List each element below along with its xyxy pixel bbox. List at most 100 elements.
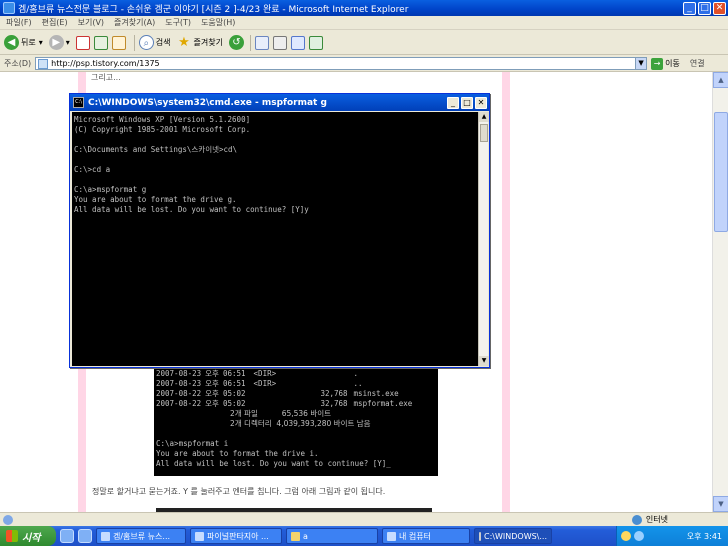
tray-network-icon[interactable] <box>634 531 644 541</box>
favorites-button[interactable]: ★ 즐겨찾기 <box>177 35 223 50</box>
page-icon <box>38 58 49 69</box>
forward-button[interactable]: ▶ ▾ <box>48 35 70 50</box>
dir-row: 2007-08-22 오후 05:02 32,768 mspformat.exe <box>156 399 436 409</box>
tray-icon[interactable] <box>621 531 631 541</box>
toolbar: ◀ 뒤로 ▾ ▶ ▾ ⌕ 검색 ★ 즐겨찾기 ↺ <box>0 31 728 55</box>
task-ie[interactable]: 겜/홈브류 뉴스... <box>96 528 186 544</box>
page-scrollbar[interactable]: ▲ ▼ <box>712 72 728 512</box>
minimize-button[interactable]: _ <box>683 1 696 15</box>
dir-ampm: 오후 <box>205 369 219 378</box>
scroll-down-icon[interactable]: ▼ <box>713 496 728 512</box>
favorites-label: 즐겨찾기 <box>193 38 223 47</box>
task-ie-2-label: 파이널판타지아 ... <box>207 531 269 541</box>
mail-icon[interactable] <box>254 35 269 50</box>
cmd-scroll-down-icon[interactable]: ▼ <box>479 356 489 366</box>
go-area: → 이동 연결 <box>651 57 705 70</box>
address-url[interactable]: http://psp.tistory.com/1375 <box>51 59 635 68</box>
ie-task-icon <box>101 531 110 541</box>
console-line: C:\a>mspformat g <box>74 185 147 194</box>
go-arrow-icon[interactable]: → <box>651 57 664 70</box>
dir-name: msinst.exe <box>353 389 399 398</box>
scroll-thumb[interactable] <box>714 112 728 232</box>
task-cmd[interactable]: C:\WINDOWS\... <box>474 528 552 544</box>
window-title: 겜/홈브류 뉴스전문 블로그 - 손쉬운 겜군 이야기 [시즌 2 ]-4/23… <box>18 4 409 15</box>
dir-row: 2007-08-23 오후 06:51 <DIR>.. <box>156 379 436 389</box>
back-button[interactable]: ◀ 뒤로 ▾ <box>4 35 43 50</box>
print-icon[interactable] <box>272 35 287 50</box>
computer-icon <box>387 531 396 541</box>
taskbar: 시작 겜/홈브류 뉴스... 파이널판타지아 ... a 내 컴퓨터 C:\WI… <box>0 526 728 546</box>
dir-size: 32,768 <box>320 389 348 398</box>
cmd-console[interactable]: Microsoft Windows XP [Version 5.1.2600](… <box>72 112 478 366</box>
toolbar-separator <box>133 34 135 51</box>
star-icon: ★ <box>178 35 190 50</box>
menu-view[interactable]: 보기(V) <box>78 17 104 28</box>
task-folder-a[interactable]: a <box>286 528 378 544</box>
globe-icon <box>631 514 642 525</box>
post-caption: 정말로 할거냐고 묻는거죠. Y 를 눌러주고 엔터를 칩니다. 그럼 아래 그… <box>92 487 386 496</box>
menu-tools[interactable]: 도구(T) <box>165 17 191 28</box>
back-dropdown-icon[interactable]: ▾ <box>39 38 43 47</box>
dir-type: <DIR> <box>253 379 277 388</box>
cmd-minimize-button[interactable]: _ <box>447 96 459 109</box>
inline-line1: You are about to format the drive i. <box>156 449 319 458</box>
search-button[interactable]: ⌕ 검색 <box>138 35 171 50</box>
task-ie-2[interactable]: 파이널판타지아 ... <box>190 528 282 544</box>
links-label[interactable]: 연결 <box>690 58 705 69</box>
scroll-up-icon[interactable]: ▲ <box>713 72 728 88</box>
menu-help[interactable]: 도움말(H) <box>201 17 235 28</box>
edit-icon[interactable] <box>290 35 305 50</box>
dir-date: 2007-08-22 <box>156 389 202 398</box>
cmd-title-bar[interactable]: C:\ C:\WINDOWS\system32\cmd.exe - mspfor… <box>70 94 489 111</box>
dir-ampm: 오후 <box>205 399 219 408</box>
address-dropdown-icon[interactable]: ▼ <box>635 58 647 69</box>
messenger-icon[interactable] <box>308 35 323 50</box>
dir-time: 05:02 <box>222 389 246 398</box>
start-button[interactable]: 시작 <box>0 526 56 546</box>
cmd-scroll-up-icon[interactable]: ▲ <box>479 112 489 122</box>
home-icon[interactable] <box>111 35 126 50</box>
back-arrow-icon: ◀ <box>4 35 19 50</box>
history-icon[interactable]: ↺ <box>228 35 244 50</box>
inline-line2: All data will be lost. Do you want to co… <box>156 459 436 469</box>
dir-name: mspformat.exe <box>353 399 413 408</box>
cmd-window[interactable]: C:\ C:\WINDOWS\system32\cmd.exe - mspfor… <box>69 93 490 368</box>
task-my-computer[interactable]: 내 컴퓨터 <box>382 528 470 544</box>
address-label: 주소(D) <box>4 59 32 68</box>
dir-size: 32,768 <box>320 399 348 408</box>
console-line: C:\>cd a <box>74 165 111 174</box>
dir-name: .. <box>353 379 363 388</box>
dir-row: 2007-08-23 오후 06:51 <DIR>. <box>156 369 436 379</box>
system-tray: 오후 3:41 <box>616 526 728 546</box>
task-cmd-label: C:\WINDOWS\... <box>484 531 547 541</box>
search-icon: ⌕ <box>138 35 154 50</box>
maximize-button[interactable]: □ <box>698 1 711 15</box>
ie-title-bar[interactable]: 겜/홈브류 뉴스전문 블로그 - 손쉬운 겜군 이야기 [시즌 2 ]-4/23… <box>0 0 728 16</box>
cmd-maximize-button[interactable]: □ <box>461 96 473 109</box>
inline-cmd-screenshot: 2007-08-23 오후 06:51 <DIR>. 2007-08-23 오후 06:51… <box>154 366 438 476</box>
close-button[interactable]: ✕ <box>713 1 726 15</box>
cmd-icon: C:\ <box>73 97 84 108</box>
menu-edit[interactable]: 편집(E) <box>42 17 68 28</box>
address-input[interactable]: http://psp.tistory.com/1375 ▼ <box>35 57 648 70</box>
address-bar: 주소(D) http://psp.tistory.com/1375 ▼ → 이동… <box>0 56 728 72</box>
cmd-scrollbar[interactable]: ▲ ▼ <box>478 112 489 366</box>
refresh-icon[interactable] <box>93 35 108 50</box>
menu-favorites[interactable]: 즐겨찾기(A) <box>114 17 155 28</box>
forward-dropdown-icon[interactable]: ▾ <box>66 38 70 47</box>
security-zone: 인터넷 <box>631 514 668 525</box>
inline-command: C:\a>mspformat i <box>156 439 229 448</box>
task-my-computer-label: 내 컴퓨터 <box>399 531 431 541</box>
dir-time: 06:51 <box>222 379 246 388</box>
cmd-close-button[interactable]: ✕ <box>475 96 487 109</box>
stop-icon[interactable] <box>75 35 90 50</box>
menu-file[interactable]: 파일(F) <box>6 17 32 28</box>
cmd-scroll-thumb[interactable] <box>480 124 488 142</box>
inline-line2-text: All data will be lost. Do you want to co… <box>156 459 387 468</box>
quicklaunch-ie-icon[interactable] <box>60 529 74 543</box>
quicklaunch-desktop-icon[interactable] <box>78 529 92 543</box>
console-line: (C) Copyright 1985-2001 Microsoft Corp. <box>74 125 251 134</box>
go-button[interactable]: 이동 <box>665 58 680 69</box>
